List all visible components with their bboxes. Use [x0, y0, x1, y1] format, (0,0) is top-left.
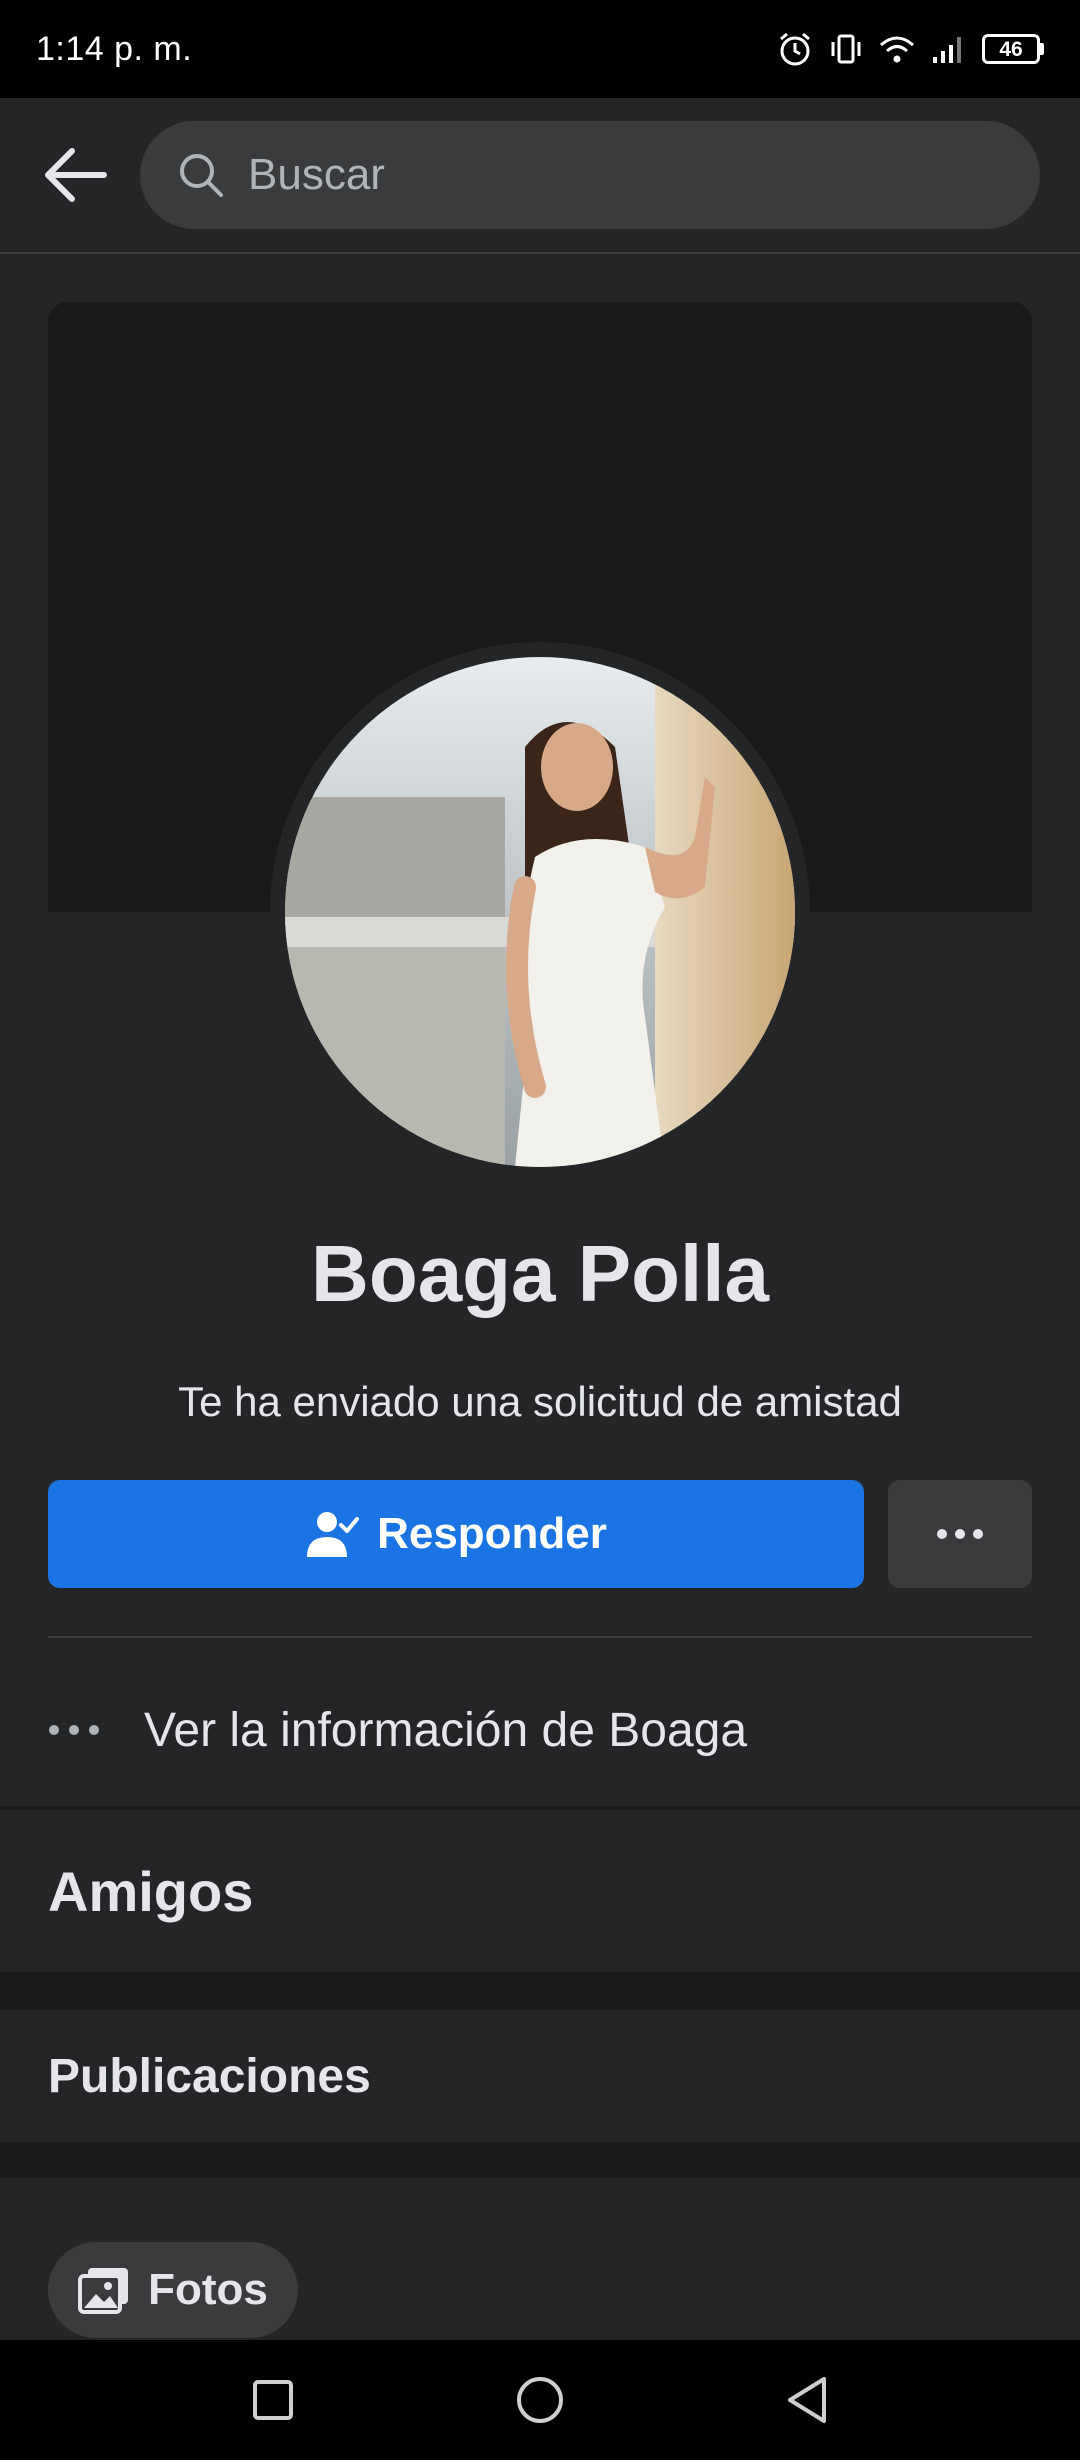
user-check-icon [307, 1512, 360, 1557]
recent-apps-icon [253, 2380, 294, 2420]
more-horizontal-icon [48, 1724, 144, 1736]
battery-level: 46 [982, 34, 1040, 64]
friends-section-title[interactable]: Amigos [0, 1810, 1080, 1972]
respond-button-label: Responder [377, 1509, 607, 1558]
back-nav-button[interactable] [767, 2360, 847, 2440]
recent-apps-button[interactable] [233, 2360, 313, 2440]
divider [48, 1636, 1032, 1638]
back-button[interactable] [40, 140, 110, 210]
alarm-icon [776, 30, 814, 68]
search-bar[interactable] [140, 121, 1040, 229]
photos-icon [78, 2268, 129, 2314]
vibrate-icon [828, 31, 864, 67]
top-bar [0, 98, 1080, 254]
posts-section-title[interactable]: Publicaciones [0, 2010, 1080, 2142]
section-separator [0, 1972, 1080, 2010]
back-triangle-icon [787, 2377, 826, 2423]
system-nav-bar [0, 2340, 1080, 2460]
photos-chip[interactable]: Fotos [48, 2242, 298, 2338]
battery-icon: 46 [982, 34, 1044, 64]
status-icons: 46 [776, 30, 1044, 68]
profile-name: Boaga Polla [311, 1229, 769, 1318]
more-options-button[interactable] [888, 1480, 1032, 1588]
search-input[interactable] [248, 150, 1004, 200]
respond-button[interactable]: Responder [48, 1480, 864, 1588]
section-separator [0, 2142, 1080, 2178]
arrow-left-icon [45, 148, 107, 202]
profile-picture-ring [270, 642, 810, 1182]
see-info-link[interactable]: Ver la información de Boaga [48, 1680, 1032, 1780]
signal-icon [930, 33, 968, 65]
home-button[interactable] [500, 2360, 580, 2440]
more-horizontal-icon [937, 1529, 983, 1539]
status-time: 1:14 p. m. [36, 29, 193, 68]
profile-picture[interactable] [285, 657, 795, 1167]
see-info-label: Ver la información de Boaga [144, 1703, 748, 1757]
home-icon [516, 2377, 563, 2423]
photos-chip-label: Fotos [148, 2265, 268, 2314]
friend-request-text: Te ha enviado una solicitud de amistad [178, 1378, 902, 1425]
search-icon [176, 150, 226, 200]
wifi-icon [878, 33, 916, 65]
status-bar: 1:14 p. m. 46 [0, 0, 1080, 98]
